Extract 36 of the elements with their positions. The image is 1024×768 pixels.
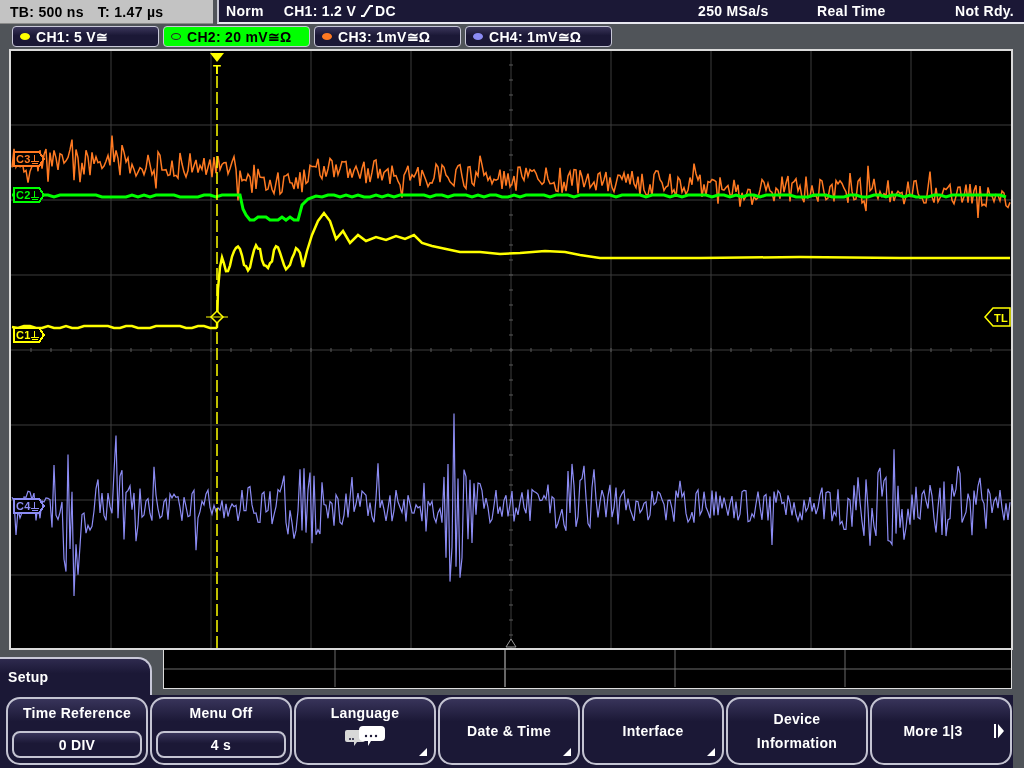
trigger-coupling-readout: DC xyxy=(375,3,396,19)
menu-button[interactable]: Time Reference 0 DIV xyxy=(6,697,148,765)
menu-button[interactable]: Date & Time xyxy=(438,697,580,765)
channel-tab[interactable]: CH4: 1mV≅Ω xyxy=(465,26,612,48)
channel-marker: C1 xyxy=(13,327,46,343)
value-field: 4 s xyxy=(156,731,286,758)
trigger-arrow-icon xyxy=(210,53,224,62)
value-field: 0 DIV xyxy=(12,731,142,758)
ground-icon xyxy=(31,331,39,340)
channel-marker: C2 xyxy=(13,187,46,203)
sample-rate-readout: 250 MSa/s xyxy=(698,3,770,19)
next-arrow-icon xyxy=(994,724,1004,738)
channel-tab[interactable]: CH1: 5 V≅ xyxy=(12,26,159,48)
menu-button[interactable]: Device Information xyxy=(726,697,868,765)
trigger-point-icon xyxy=(205,309,229,325)
menu-button[interactable]: Menu Off 4 s xyxy=(150,697,292,765)
trigger-source-readout: CH1: 1.2 V xyxy=(283,3,356,19)
ground-icon xyxy=(31,191,39,200)
channel-tab[interactable]: CH3: 1mV≅Ω xyxy=(314,26,461,48)
speech-bubbles-icon xyxy=(345,725,385,747)
timebase-readout: TB: 500 ns xyxy=(10,3,84,20)
acquisition-status-readout: Not Rdy. xyxy=(955,3,1015,19)
menu-button[interactable]: Interface xyxy=(582,697,724,765)
channel-tab[interactable]: CH2: 20 mV≅Ω xyxy=(163,26,310,48)
trigger-label: T xyxy=(212,62,222,77)
channel-marker: C4 xyxy=(13,498,46,514)
menu-button[interactable]: Language xyxy=(294,697,436,765)
channel-marker: C3 xyxy=(13,151,46,167)
ground-icon xyxy=(31,502,39,511)
trigger-time-readout: T: 1.47 µs xyxy=(97,3,164,20)
trigger-mode-readout: Norm xyxy=(226,3,264,19)
rising-edge-icon xyxy=(360,4,374,18)
menu-button[interactable]: More 1|3 xyxy=(870,697,1012,765)
acquisition-mode-readout: Real Time xyxy=(817,3,887,19)
trigger-level-marker: TL xyxy=(984,307,1011,327)
ground-icon xyxy=(31,155,39,164)
